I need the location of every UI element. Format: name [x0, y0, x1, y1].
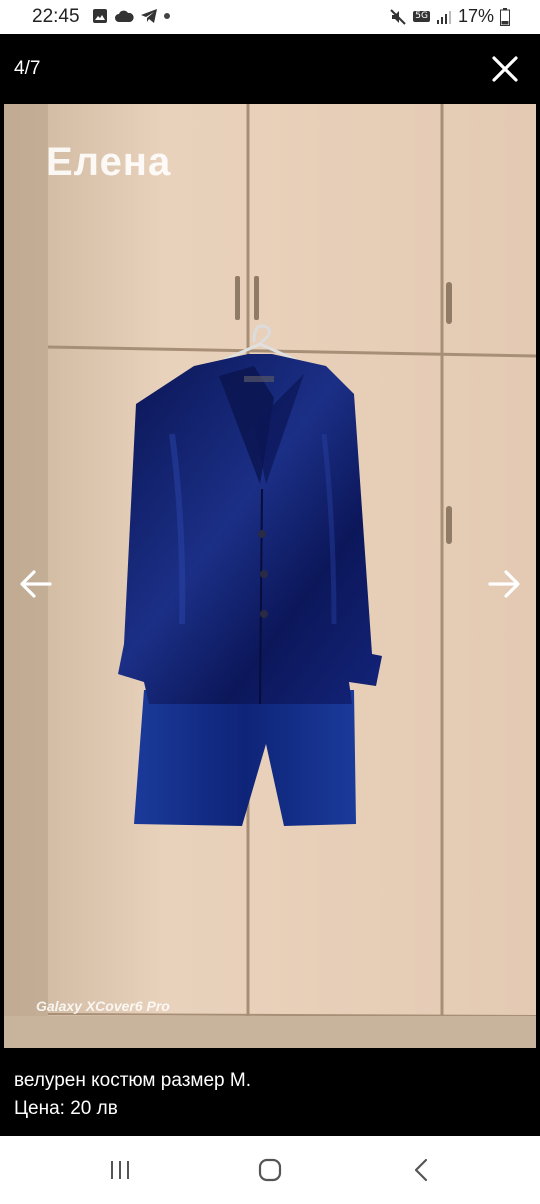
arrow-right-icon[interactable] — [486, 566, 522, 602]
status-left-icons — [92, 8, 170, 24]
signal-icon — [436, 10, 451, 24]
status-right: 5G 17% — [389, 6, 510, 27]
dot-icon — [164, 13, 170, 19]
image-icon — [93, 9, 107, 23]
arrow-left-icon[interactable] — [18, 566, 54, 602]
cloud-icon — [115, 10, 134, 22]
seller-watermark: Елена — [46, 140, 172, 184]
status-time: 22:45 — [32, 6, 80, 27]
back-icon[interactable] — [408, 1156, 436, 1184]
status-bar: 22:45 5G 17% — [0, 0, 540, 34]
close-icon[interactable] — [490, 54, 520, 84]
caption-description: велурен костюм размер М. — [14, 1070, 251, 1091]
network-5g-icon: 5G — [413, 11, 430, 22]
telegram-icon — [141, 9, 157, 23]
camera-watermark: Galaxy XCover6 Pro — [36, 998, 170, 1014]
viewer-header: 4/7 — [0, 34, 540, 104]
system-nav-bar — [0, 1136, 540, 1204]
product-photo: Елена Galaxy XCover6 Pro — [4, 104, 536, 1048]
recents-icon[interactable] — [106, 1156, 134, 1184]
image-counter: 4/7 — [14, 58, 41, 79]
battery-percent: 17% — [457, 6, 494, 26]
home-icon[interactable] — [256, 1156, 284, 1184]
mute-icon — [390, 8, 406, 25]
photo-scene — [4, 104, 536, 1048]
battery-icon — [500, 7, 510, 26]
photo-caption: велурен костюм размер М. Цена: 20 лв — [0, 1048, 540, 1136]
caption-price: Цена: 20 лв — [14, 1098, 118, 1119]
